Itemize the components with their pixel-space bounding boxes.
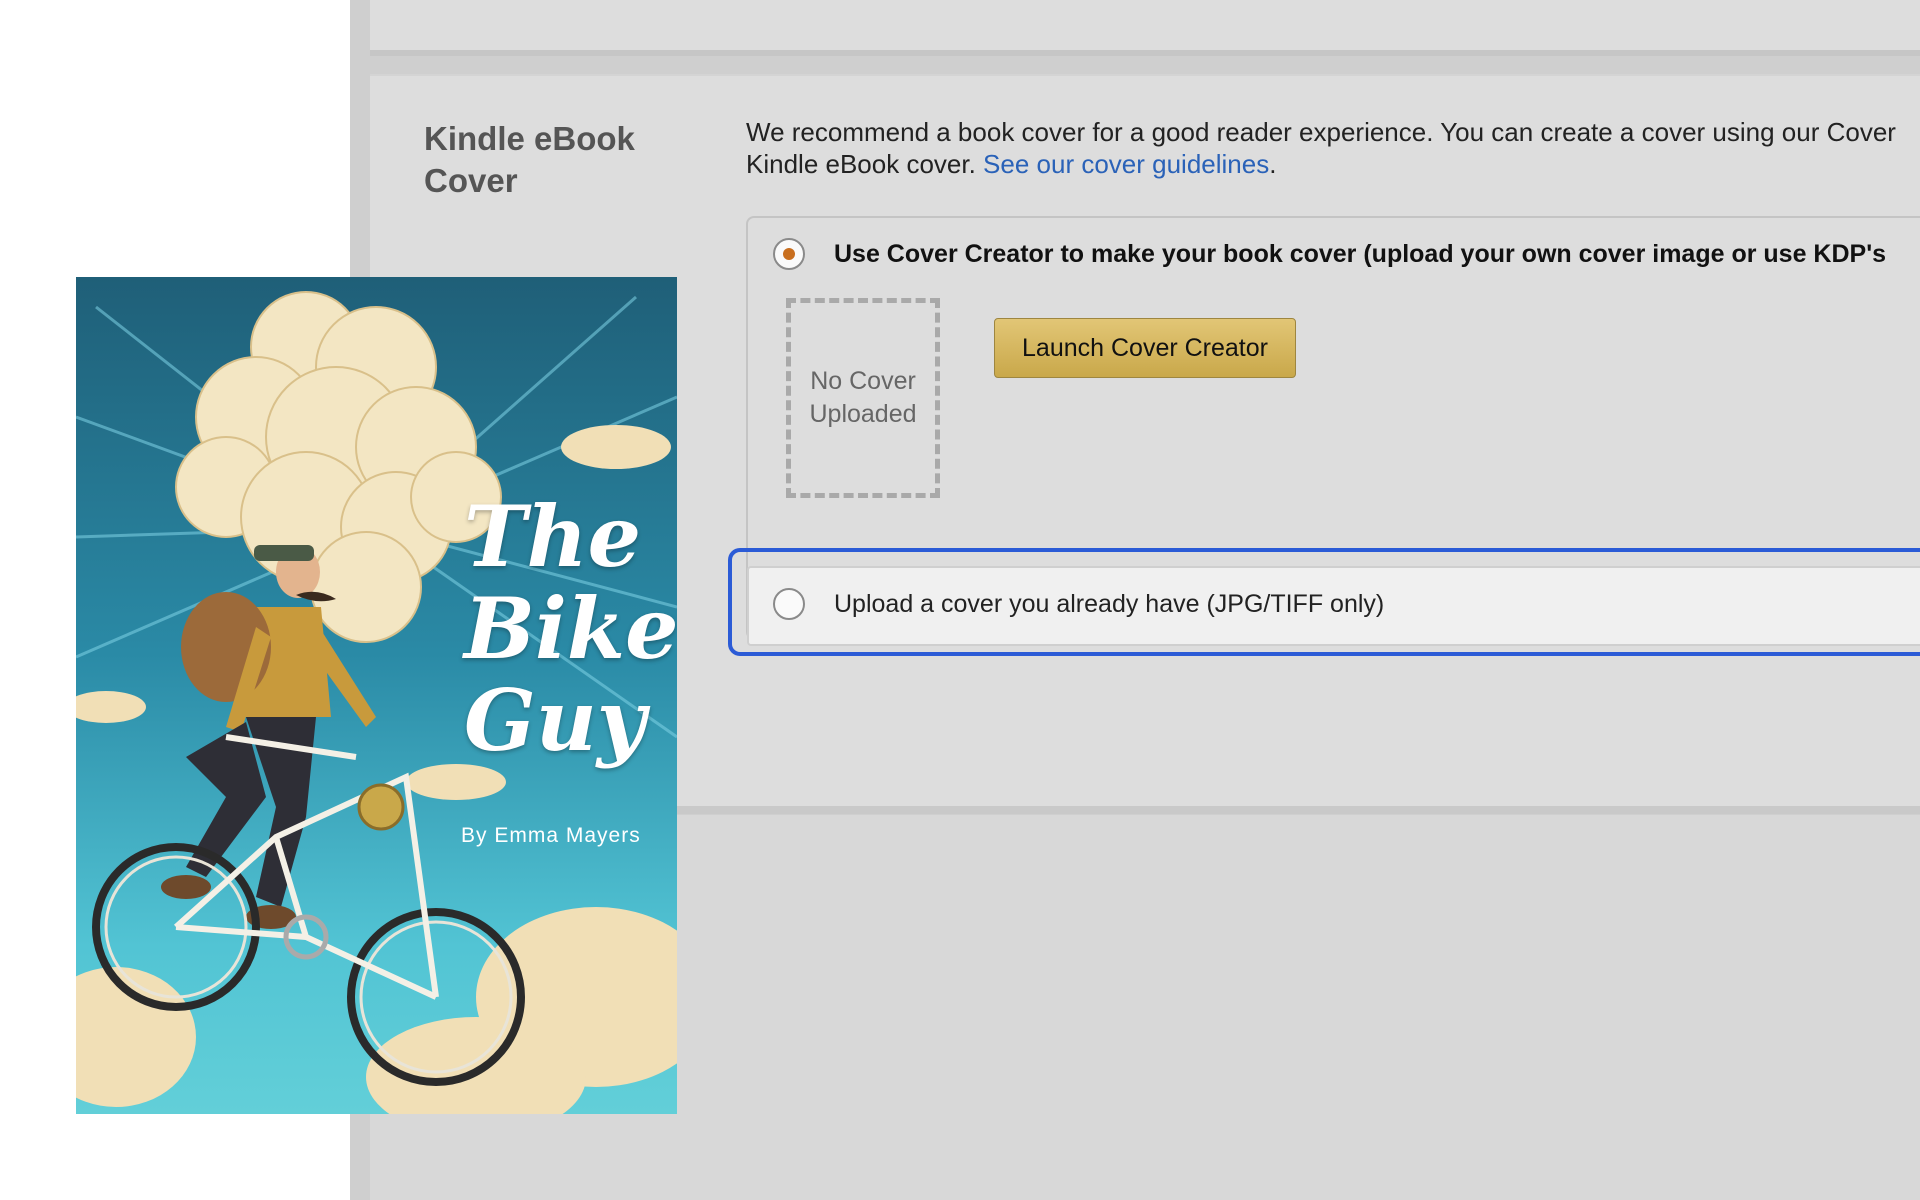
no-cover-placeholder: No Cover Uploaded	[786, 298, 940, 498]
book-author: By Emma Mayers	[461, 824, 641, 847]
cover-guidelines-link[interactable]: See our cover guidelines	[983, 149, 1269, 179]
intro-line-2-prefix: Kindle eBook cover.	[746, 149, 984, 179]
book-title-line-3: Guy	[464, 671, 646, 770]
section-title: Kindle eBook Cover	[424, 120, 635, 199]
intro-line-2-suffix: .	[1269, 149, 1277, 179]
book-title-line-1: The	[464, 487, 642, 586]
upload-cover-label[interactable]: Upload a cover you already have (JPG/TIF…	[834, 590, 1384, 619]
cover-intro-text: We recommend a book cover for a good rea…	[746, 116, 1920, 180]
intro-line-2: Kindle eBook cover. See our cover guidel…	[746, 148, 1920, 180]
book-title: The Bike Guy	[464, 491, 677, 767]
cover-creator-radio[interactable]	[773, 238, 805, 270]
upload-cover-radio[interactable]	[773, 588, 805, 620]
book-title-line-2: Bike	[464, 579, 677, 678]
cover-creator-label[interactable]: Use Cover Creator to make your book cove…	[834, 240, 1886, 269]
intro-line-1: We recommend a book cover for a good rea…	[746, 117, 1896, 147]
book-cover-image: The Bike Guy By Emma Mayers	[76, 277, 677, 1114]
previous-section-panel	[370, 0, 1920, 56]
launch-cover-creator-button[interactable]: Launch Cover Creator	[994, 318, 1296, 378]
